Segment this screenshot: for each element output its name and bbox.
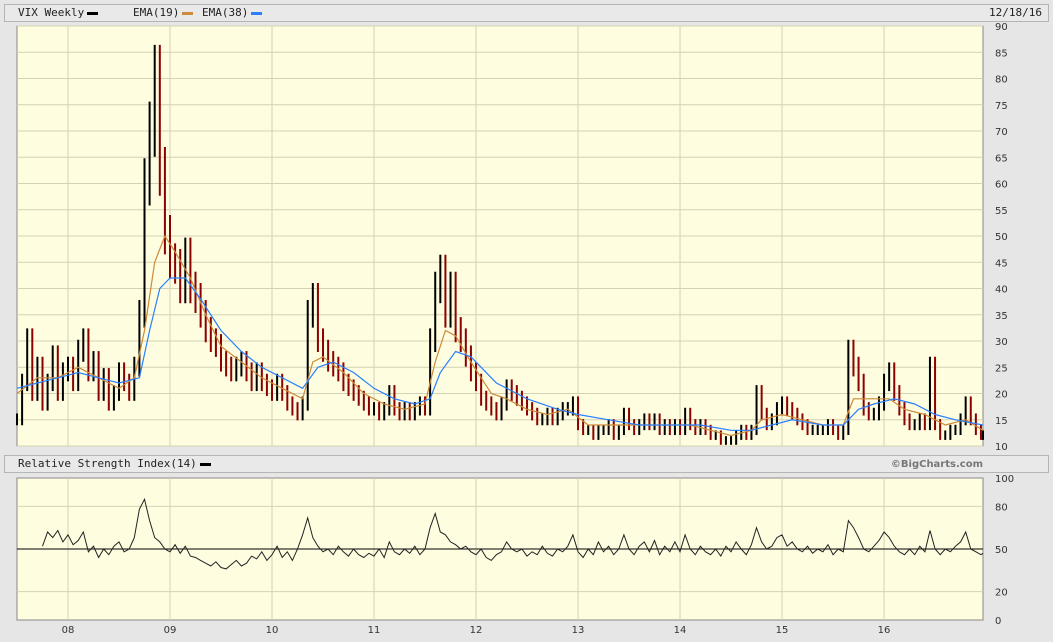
chart-svg: 08 09 10 11 12 13 14 15 16 10 15 20 25 30 35 40 45 50 55 60… (16, 22, 1014, 636)
x-tick-label: 12 (470, 625, 483, 636)
x-tick-label: 16 (878, 625, 891, 636)
price-y-tick-label: 50 (995, 232, 1008, 243)
price-y-tick-label: 35 (995, 311, 1008, 322)
price-y-tick-label: 15 (995, 416, 1008, 427)
price-y-tick-label: 65 (995, 153, 1008, 164)
price-y-tick-label: 85 (995, 48, 1008, 59)
rsi-y-tick-label: 80 (995, 502, 1008, 513)
price-y-tick-label: 80 (995, 75, 1008, 86)
price-y-tick-label: 25 (995, 363, 1008, 374)
x-tick-label: 11 (368, 625, 381, 636)
rsi-y-tick-label: 0 (995, 616, 1001, 627)
price-y-tick-label: 30 (995, 337, 1008, 348)
price-y-tick-label: 70 (995, 127, 1008, 138)
chart-root: VIX Weekly EMA(19) EMA(38) 12/18/16 Rela… (0, 0, 1053, 642)
price-y-tick-label: 60 (995, 180, 1008, 191)
x-tick-label: 13 (572, 625, 585, 636)
bigcharts-credit: ©BigCharts.com (891, 459, 983, 470)
price-y-tick-label: 10 (995, 442, 1008, 453)
rsi-y-tick-label: 20 (995, 588, 1008, 599)
x-tick-label: 08 (62, 625, 75, 636)
price-y-tick-label: 90 (995, 22, 1008, 33)
price-y-tick-label: 20 (995, 390, 1008, 401)
price-y-tick-label: 45 (995, 258, 1008, 269)
x-tick-label: 15 (776, 625, 789, 636)
x-tick-label: 10 (266, 625, 279, 636)
price-y-tick-label: 40 (995, 285, 1008, 296)
price-y-tick-label: 75 (995, 101, 1008, 112)
price-y-tick-label: 55 (995, 206, 1008, 217)
x-tick-label: 14 (674, 625, 687, 636)
rsi-y-tick-label: 100 (995, 474, 1014, 485)
rsi-y-tick-label: 50 (995, 545, 1008, 556)
x-tick-label: 09 (164, 625, 177, 636)
